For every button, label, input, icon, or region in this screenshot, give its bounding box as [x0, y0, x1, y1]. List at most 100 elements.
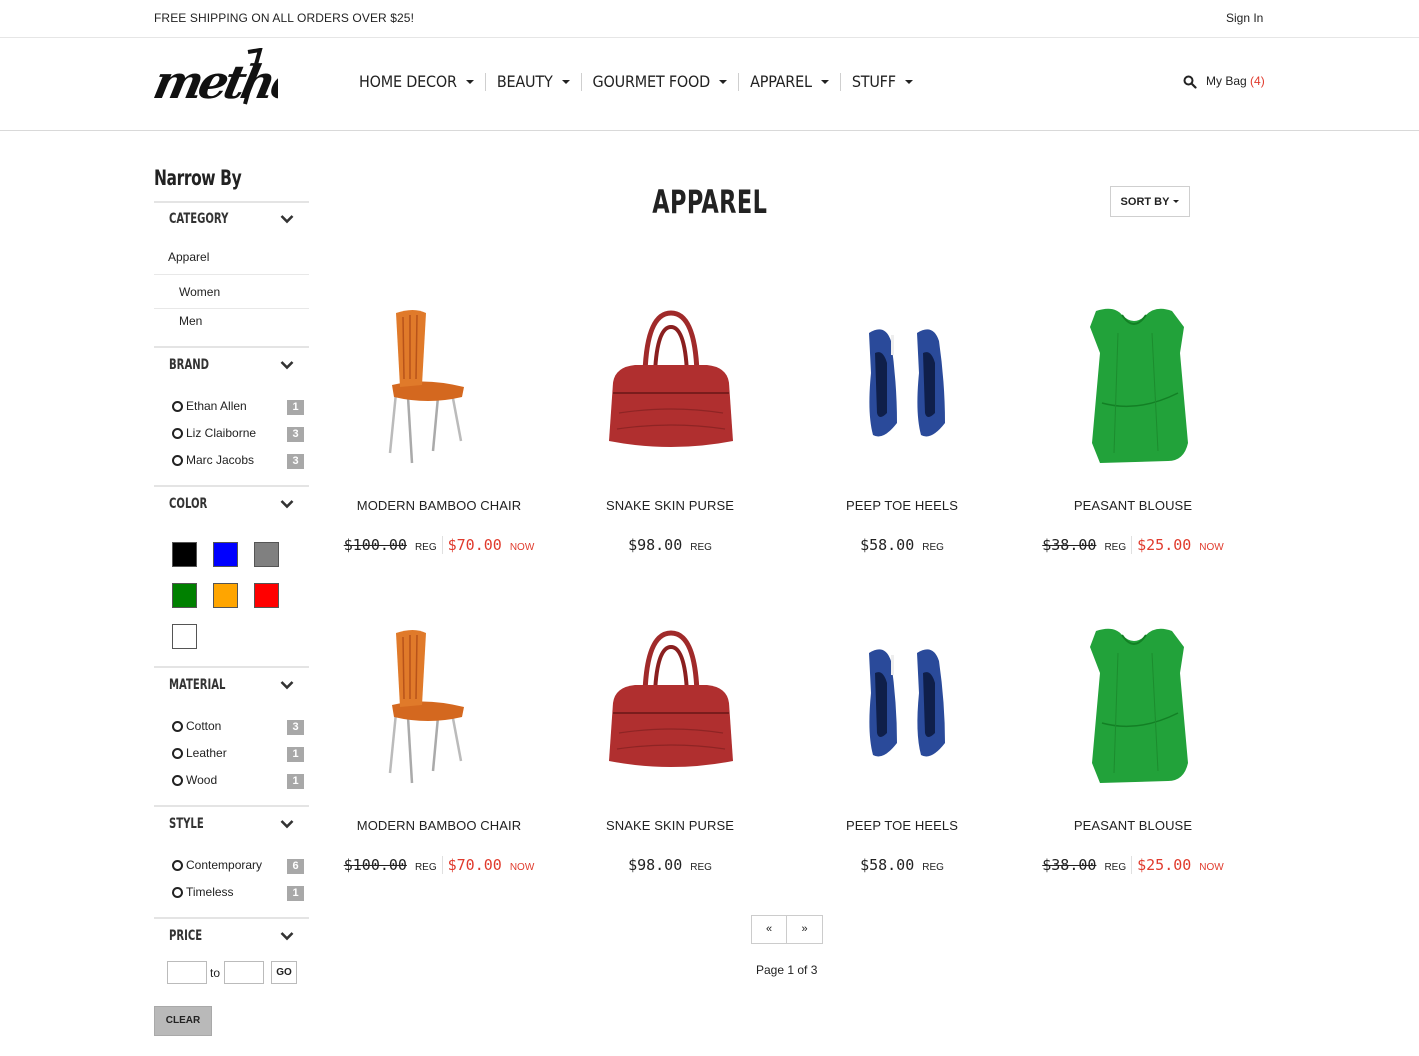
nav-stuff[interactable]: STUFF: [852, 72, 913, 91]
color-heading[interactable]: COLOR: [169, 496, 207, 512]
promo-text: FREE SHIPPING ON ALL ORDERS OVER $25!: [154, 11, 415, 25]
count-badge: 1: [287, 774, 304, 789]
sale-price: $25.00: [1137, 536, 1192, 554]
product-image-heels[interactable]: [787, 293, 1017, 478]
count-badge: 6: [287, 859, 304, 874]
method-logo[interactable]: method: [152, 48, 278, 112]
prev-page-button[interactable]: «: [751, 915, 787, 944]
material-option-cotton[interactable]: Cotton: [172, 719, 221, 733]
product-image-chair[interactable]: [324, 293, 554, 478]
chevron-down-icon[interactable]: [280, 819, 294, 829]
color-swatch-white[interactable]: [172, 624, 197, 649]
chevron-down-icon[interactable]: [280, 360, 294, 370]
clear-filters-button[interactable]: CLEAR: [154, 1006, 212, 1036]
caret-down-icon: [465, 80, 474, 84]
product-image-blouse[interactable]: [1018, 613, 1248, 798]
bag-label: My Bag: [1206, 74, 1247, 88]
product-image-chair[interactable]: [324, 613, 554, 798]
caret-down-icon: [719, 80, 728, 84]
material-option-leather[interactable]: Leather: [172, 746, 227, 760]
color-swatch-black[interactable]: [172, 542, 197, 567]
product-prices: $100.00 REG $70.00 NOW: [324, 856, 554, 874]
product-name[interactable]: PEASANT BLOUSE: [1018, 498, 1248, 513]
count-badge: 3: [287, 454, 304, 469]
checkbox-icon[interactable]: [172, 427, 183, 439]
price-to-label: to: [210, 966, 221, 980]
sign-in-link[interactable]: Sign In: [1226, 11, 1263, 25]
brand-heading[interactable]: BRAND: [169, 357, 209, 373]
product-image-blouse[interactable]: [1018, 293, 1248, 478]
sale-price: $70.00: [447, 856, 502, 874]
product-image-heels[interactable]: [787, 613, 1017, 798]
product-name[interactable]: MODERN BAMBOO CHAIR: [324, 818, 554, 833]
page-info: Page 1 of 3: [756, 963, 818, 977]
next-page-button[interactable]: »: [787, 915, 823, 944]
checkbox-icon[interactable]: [172, 400, 183, 412]
price-min-input[interactable]: [167, 961, 207, 984]
color-swatch-green[interactable]: [172, 583, 197, 608]
search-icon[interactable]: [1183, 75, 1197, 89]
chevron-down-icon[interactable]: [280, 680, 294, 690]
color-swatch-orange[interactable]: [213, 583, 238, 608]
my-bag-link[interactable]: My Bag (4): [1206, 74, 1265, 88]
product-name[interactable]: PEEP TOE HEELS: [787, 818, 1017, 833]
category-women[interactable]: Women: [179, 285, 220, 299]
product-name[interactable]: MODERN BAMBOO CHAIR: [324, 498, 554, 513]
caret-down-icon: [904, 80, 913, 84]
regular-price: $98.00: [628, 536, 683, 554]
sort-by-button[interactable]: SORT BY: [1110, 186, 1190, 217]
checkbox-icon[interactable]: [172, 774, 183, 786]
section-divider: [154, 805, 309, 807]
checkbox-icon[interactable]: [172, 747, 183, 759]
count-badge: 1: [287, 747, 304, 762]
product-image-purse[interactable]: [555, 293, 785, 478]
reg-label: REG: [922, 862, 944, 873]
style-option-contemporary[interactable]: Contemporary: [172, 858, 262, 872]
caret-down-icon: [1173, 200, 1180, 203]
price-go-button[interactable]: GO: [271, 961, 297, 984]
category-men[interactable]: Men: [179, 314, 202, 328]
brand-option-ethan-allen[interactable]: Ethan Allen: [172, 399, 247, 413]
style-heading[interactable]: STYLE: [169, 816, 204, 832]
checkbox-icon[interactable]: [172, 720, 183, 732]
style-option-timeless[interactable]: Timeless: [172, 885, 234, 899]
checkbox-icon[interactable]: [172, 454, 183, 466]
reg-label: REG: [922, 542, 944, 553]
nav-home-decor[interactable]: HOME DECOR: [359, 72, 474, 91]
regular-price: $100.00: [343, 536, 407, 554]
price-max-input[interactable]: [224, 961, 264, 984]
product-name[interactable]: SNAKE SKIN PURSE: [555, 818, 785, 833]
checkbox-icon[interactable]: [172, 886, 183, 898]
option-label: Contemporary: [186, 858, 263, 872]
chevron-down-icon[interactable]: [280, 499, 294, 509]
bag-count: (4): [1250, 74, 1265, 88]
material-option-wood[interactable]: Wood: [172, 773, 217, 787]
nav-gourmet-food[interactable]: GOURMET FOOD: [593, 72, 728, 91]
color-swatch-blue[interactable]: [213, 542, 238, 567]
chevron-down-icon[interactable]: [280, 931, 294, 941]
regular-price: $38.00: [1042, 536, 1097, 554]
checkbox-icon[interactable]: [172, 859, 183, 871]
option-label: Timeless: [186, 885, 234, 899]
brand-option-marc-jacobs[interactable]: Marc Jacobs: [172, 453, 254, 467]
color-swatch-gray[interactable]: [254, 542, 279, 567]
color-swatch-red[interactable]: [254, 583, 279, 608]
sale-price: $25.00: [1137, 856, 1192, 874]
brand-option-liz-claiborne[interactable]: Liz Claiborne: [172, 426, 256, 440]
option-label: Ethan Allen: [186, 399, 247, 413]
product-name[interactable]: PEEP TOE HEELS: [787, 498, 1017, 513]
section-divider: [154, 917, 309, 919]
price-heading[interactable]: PRICE: [169, 928, 202, 944]
product-name[interactable]: SNAKE SKIN PURSE: [555, 498, 785, 513]
nav-beauty[interactable]: BEAUTY: [497, 72, 570, 91]
product-name[interactable]: PEASANT BLOUSE: [1018, 818, 1248, 833]
price-divider: [441, 536, 443, 554]
category-apparel[interactable]: Apparel: [168, 250, 209, 264]
now-label: NOW: [509, 862, 535, 873]
pagination: « »: [751, 915, 823, 944]
material-heading[interactable]: MATERIAL: [169, 677, 225, 693]
divider: [154, 308, 309, 309]
top-bar: FREE SHIPPING ON ALL ORDERS OVER $25! Si…: [0, 0, 1419, 38]
nav-apparel[interactable]: APPAREL: [750, 72, 829, 91]
product-image-purse[interactable]: [555, 613, 785, 798]
